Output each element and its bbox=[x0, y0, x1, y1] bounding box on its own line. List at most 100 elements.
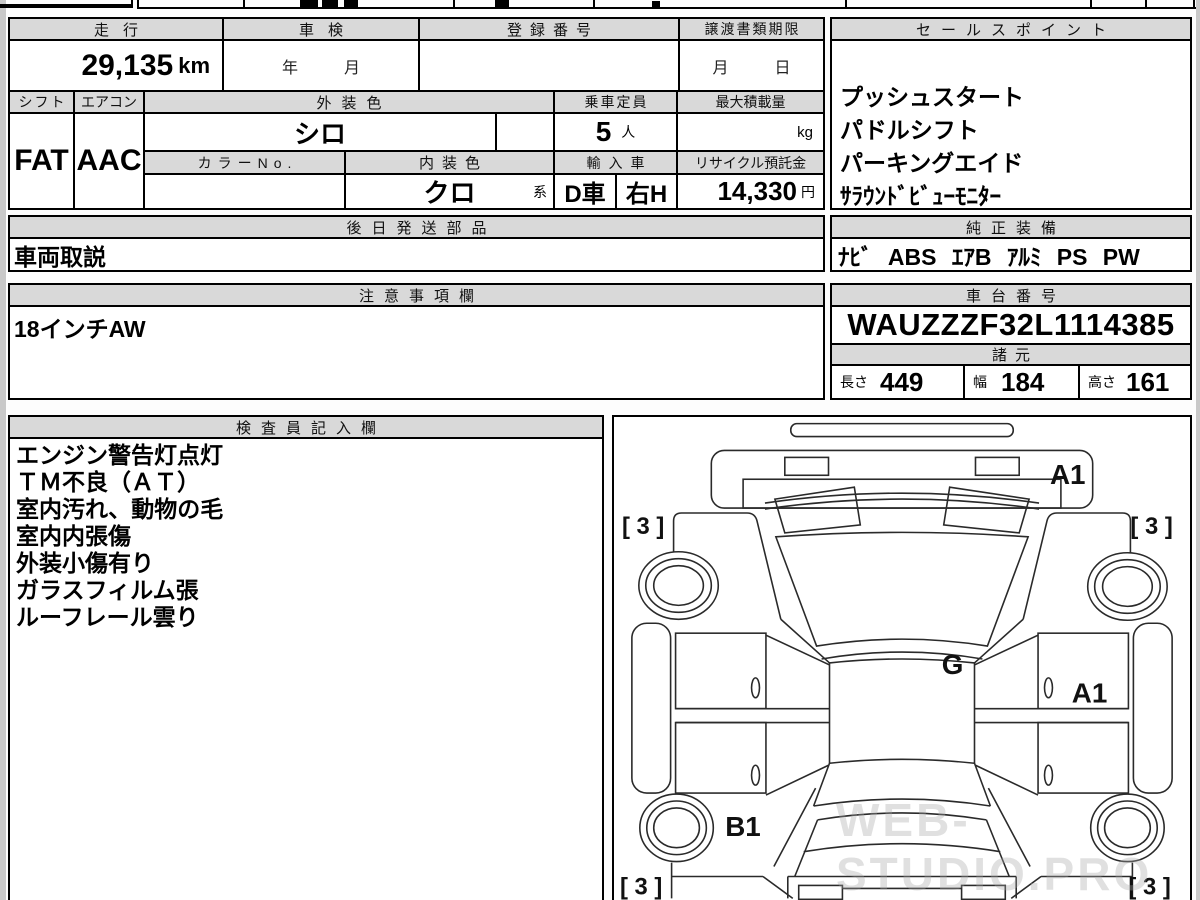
inspector-notes-list: エンジン警告灯点灯 ＴＭ不良（ＡＴ） 室内汚れ、動物の毛 室内内張傷 外装小傷有… bbox=[10, 439, 602, 900]
notes-box: 注意事項欄 18インチAW bbox=[8, 283, 825, 400]
inspector-note: 室内内張傷 bbox=[16, 523, 131, 549]
front-right-wheel bbox=[1086, 551, 1168, 622]
exterior-color-header: 外装色 bbox=[145, 92, 555, 114]
right-rear-corner bbox=[1010, 862, 1134, 899]
mileage-value: 29,135 km bbox=[10, 41, 224, 92]
sales-point-item: プッシュスタート bbox=[840, 84, 1024, 110]
left-page-edge bbox=[0, 0, 6, 900]
cutoff-row bbox=[0, 0, 1200, 10]
front-left-door bbox=[674, 632, 767, 710]
color-no-header: カラーNo. bbox=[145, 152, 346, 175]
right-page-edge bbox=[1196, 0, 1200, 900]
left-rear-corner bbox=[670, 862, 794, 899]
registration-value bbox=[420, 41, 680, 92]
shift-value: FAT bbox=[10, 114, 75, 208]
sales-points-box: セールスポイント プッシュスタート パドルシフト パーキングエイド ｻﾗｳﾝﾄﾞ… bbox=[830, 17, 1192, 210]
rear-window bbox=[812, 762, 992, 821]
inspector-note: エンジン警告灯点灯 bbox=[16, 442, 223, 468]
auction-sheet: 走行 車検 登録番号 譲渡書類期限 29,135 km 年月 月日 シフト エアコ… bbox=[0, 0, 1200, 900]
max-load-header: 最大積載量 bbox=[678, 92, 823, 114]
rear-deck bbox=[794, 819, 1010, 877]
dimension-height: 高さ 161 bbox=[1088, 366, 1170, 397]
windshield bbox=[774, 531, 1030, 647]
vehicle-info-table: 走行 車検 登録番号 譲渡書類期限 29,135 km 年月 月日 シフト エアコ… bbox=[8, 17, 825, 210]
chassis-value: WAUZZZF32L1114385 bbox=[832, 307, 1190, 345]
tire-grade-rear-right: [ 3 ] bbox=[1128, 873, 1170, 900]
notes-value: 18インチAW bbox=[14, 316, 146, 342]
rear-right-wheel bbox=[1089, 793, 1165, 863]
interior-color-value: クロ 系 bbox=[346, 175, 555, 208]
left-c-pillar bbox=[765, 764, 829, 867]
interior-color-header: 内装色 bbox=[346, 152, 555, 175]
rear-bumper bbox=[786, 875, 1018, 899]
exterior-color-extra-cell bbox=[497, 114, 555, 152]
exterior-color-value: シロ bbox=[145, 114, 497, 152]
capacity-value: 5人 bbox=[555, 114, 678, 152]
dimensions-header: 諸元 bbox=[832, 345, 1190, 366]
inspector-box: 検査員記入欄 エンジン警告灯点灯 ＴＭ不良（ＡＴ） 室内汚れ、動物の毛 室内内張… bbox=[8, 415, 604, 900]
right-sill bbox=[1132, 622, 1173, 794]
capacity-header: 乗車定員 bbox=[555, 92, 678, 114]
right-b-pillar bbox=[974, 707, 1129, 724]
grade-right-front-door: A1 bbox=[1072, 678, 1108, 709]
inspector-note: 外装小傷有り bbox=[16, 550, 154, 576]
car-diagram-box: A1 G A1 B1 [ 3 ] [ 3 ] [ 3 ] [ 3 ] bbox=[612, 415, 1192, 900]
inspector-note: ガラスフィルム張 bbox=[16, 577, 199, 603]
recycle-fee-value: 14,330 円 bbox=[717, 176, 815, 206]
hood-leading-edge bbox=[764, 492, 1040, 510]
inspector-note: 室内汚れ、動物の毛 bbox=[16, 496, 224, 522]
door-handle bbox=[1043, 764, 1054, 786]
color-no-value bbox=[145, 175, 346, 208]
inspector-header: 検査員記入欄 bbox=[10, 417, 602, 439]
mileage-header: 走行 bbox=[10, 19, 224, 41]
front-left-wheel bbox=[638, 550, 720, 621]
shipped-later-box: 後日発送部品 車両取説 bbox=[8, 215, 825, 272]
rear-bumper-detail-left bbox=[797, 884, 844, 900]
tire-grade-front-right: [ 3 ] bbox=[1130, 513, 1172, 540]
door-handle bbox=[750, 677, 761, 699]
sales-point-item: パドルシフト bbox=[840, 117, 979, 143]
car-diagram: A1 G A1 B1 [ 3 ] [ 3 ] [ 3 ] [ 3 ] bbox=[620, 422, 1173, 900]
recycle-fee-header: リサイクル預託金 bbox=[678, 152, 823, 175]
import-car-handle: 右H bbox=[617, 175, 678, 208]
sales-points-header: セールスポイント bbox=[832, 19, 1190, 41]
tire-grade-front-left: [ 3 ] bbox=[622, 513, 664, 540]
equipment-value: ﾅﾋﾞ ABS ｴｱB ｱﾙﾐ PS PW bbox=[838, 243, 1140, 270]
left-b-pillar bbox=[675, 707, 830, 724]
left-a-pillar bbox=[765, 618, 831, 666]
chassis-header: 車台番号 bbox=[832, 285, 1190, 307]
roof-antenna-strip bbox=[789, 422, 1015, 438]
sales-points-list: プッシュスタート パドルシフト パーキングエイド ｻﾗｳﾝﾄﾞﾋﾞｭｰﾓﾆﾀｰ bbox=[832, 41, 1190, 208]
registration-header: 登録番号 bbox=[420, 19, 680, 41]
aircon-header: エアコン bbox=[75, 92, 145, 114]
rear-left-wheel bbox=[639, 793, 715, 863]
shift-header: シフト bbox=[10, 92, 75, 114]
right-c-pillar bbox=[975, 764, 1039, 867]
transfer-docs-value: 月日 bbox=[680, 41, 823, 92]
aircon-value: AAC bbox=[75, 114, 145, 208]
chassis-box: 車台番号 WAUZZZF32L1114385 諸元 長さ 449 幅 184 高さ 1… bbox=[830, 283, 1192, 400]
grade-left-rear-quarter: B1 bbox=[725, 811, 761, 842]
grade-windshield: G bbox=[942, 649, 964, 680]
inspection-header: 車検 bbox=[224, 19, 420, 41]
inspector-note: ルーフレール雲り bbox=[16, 604, 199, 630]
bumper-detail-right bbox=[974, 456, 1020, 477]
equipment-header: 純正装備 bbox=[832, 217, 1190, 239]
dimension-length: 長さ 449 bbox=[832, 366, 965, 398]
inspection-value: 年月 bbox=[224, 41, 420, 92]
left-sill bbox=[631, 622, 672, 794]
grade-front-bumper: A1 bbox=[1050, 459, 1086, 490]
shipped-later-header: 後日発送部品 bbox=[10, 217, 823, 239]
import-car-type: D車 bbox=[555, 175, 617, 208]
transfer-docs-header: 譲渡書類期限 bbox=[680, 19, 823, 41]
door-handle bbox=[1043, 677, 1054, 699]
bumper-detail-left bbox=[784, 456, 830, 477]
max-load-value: kg bbox=[678, 114, 823, 152]
tire-grade-rear-left: [ 3 ] bbox=[620, 873, 662, 900]
shipped-later-value: 車両取説 bbox=[14, 243, 106, 270]
equipment-box: 純正装備 ﾅﾋﾞ ABS ｴｱB ｱﾙﾐ PS PW bbox=[830, 215, 1192, 272]
right-a-pillar bbox=[973, 618, 1039, 666]
door-handle bbox=[750, 764, 761, 786]
notes-header: 注意事項欄 bbox=[10, 285, 823, 307]
rear-bumper-detail-right bbox=[960, 884, 1007, 900]
